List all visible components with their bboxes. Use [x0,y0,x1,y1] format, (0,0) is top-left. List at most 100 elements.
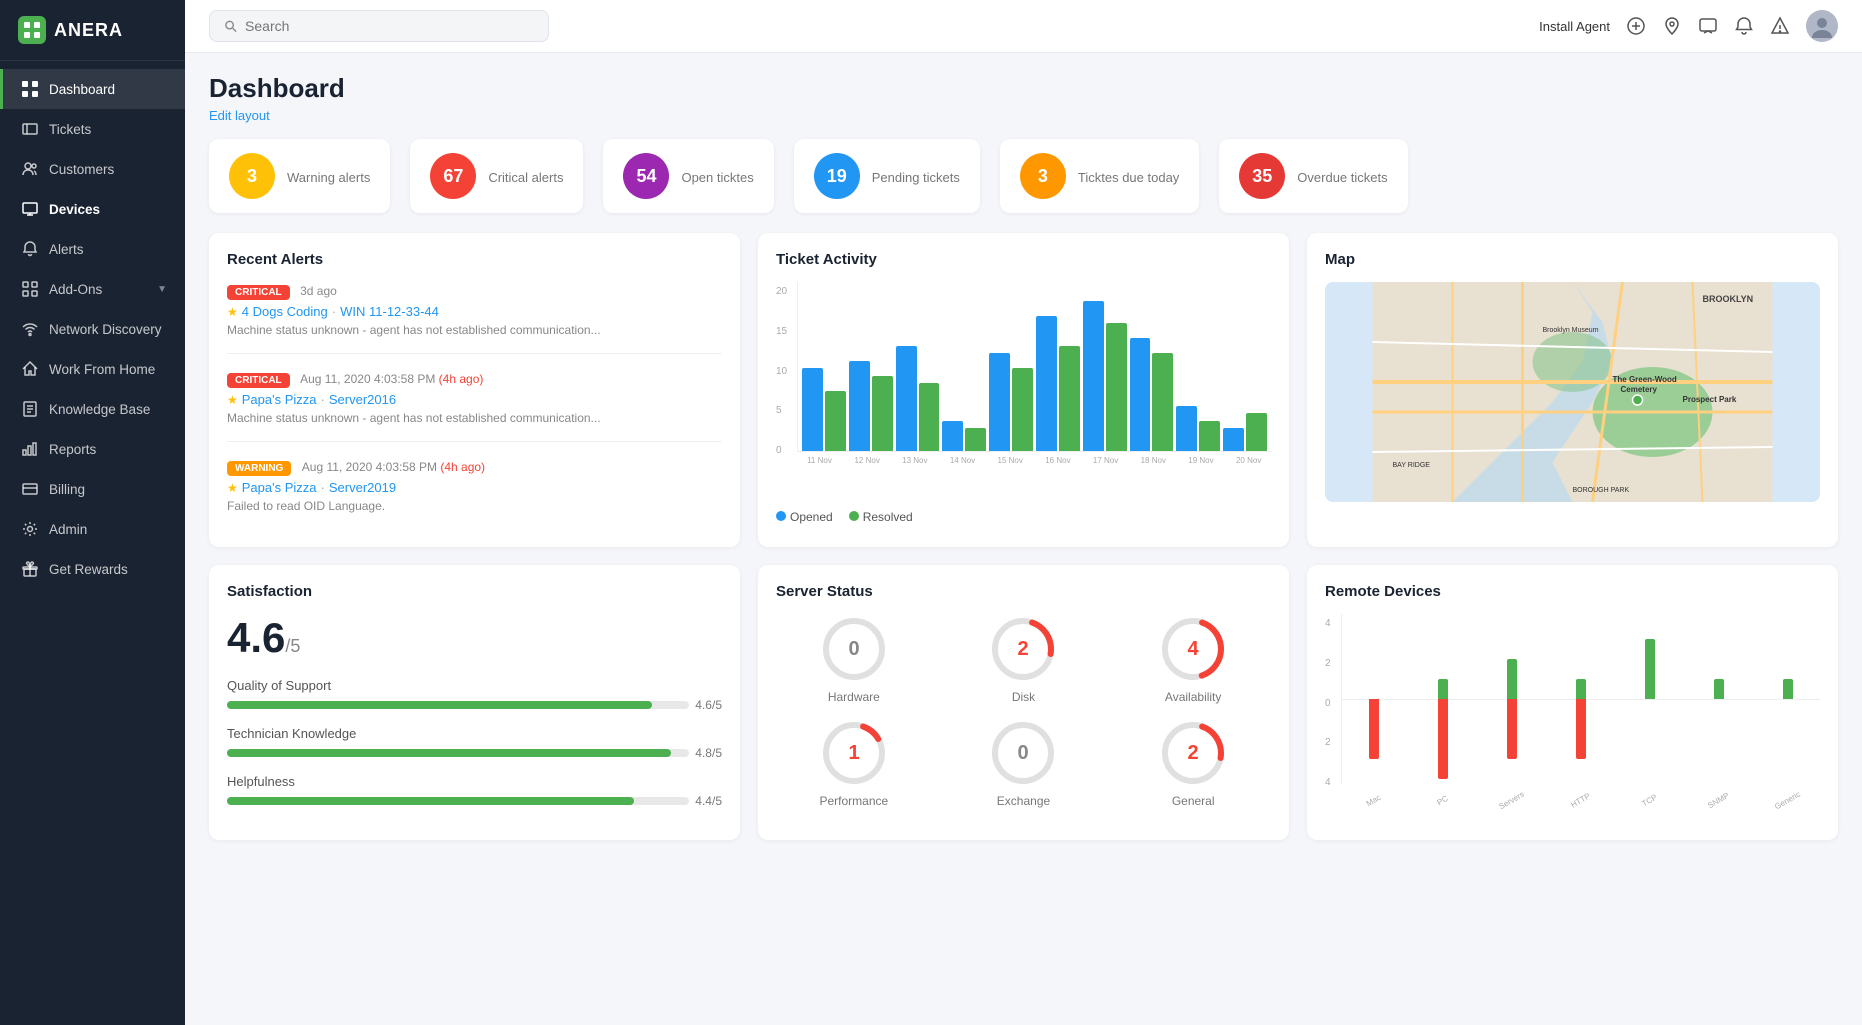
bar-opened-0 [802,368,823,451]
sidebar-item-billing[interactable]: Billing [0,469,185,509]
bar-chart-icon [21,440,39,458]
alert-device-1: WIN 11-12-33-44 [340,304,439,319]
bar-group-4 [989,353,1033,451]
bar-opened-7 [1130,338,1151,451]
sidebar-item-reports[interactable]: Reports [0,429,185,469]
sidebar-item-label-network-discovery: Network Discovery [49,322,167,337]
server-general-gauge: 2 [1158,718,1228,788]
x-label-6: 17 Nov [1083,456,1128,465]
stat-critical-alerts[interactable]: 67 Critical alerts [410,139,583,213]
stat-pending-tickets[interactable]: 19 Pending tickets [794,139,980,213]
alert-link-2[interactable]: ★ Papa's Pizza · Server2016 [227,392,722,407]
server-performance-gauge: 1 [819,718,889,788]
bar-resolved-2 [919,383,940,451]
x-label-0: 11 Nov [797,456,842,465]
stat-warning-alerts[interactable]: 3 Warning alerts [209,139,390,213]
search-box[interactable] [209,10,549,42]
book-icon [21,400,39,418]
alert-time-ago-2: (4h ago) [439,372,484,386]
chat-icon[interactable] [1698,16,1718,36]
remote-bar-up-1 [1438,679,1448,699]
critical-info: Critical alerts [488,168,563,185]
stat-overdue-tickets[interactable]: 35 Overdue tickets [1219,139,1407,213]
add-icon[interactable] [1626,16,1646,36]
recent-alerts-panel: Recent Alerts CRITICAL 3d ago ★ 4 Dogs C… [209,233,740,547]
remote-y-axis: 4 2 0 2 4 [1325,618,1335,788]
open-label: Open ticktes [681,170,753,185]
alert-severity-1: CRITICAL [227,285,290,300]
stat-due-today[interactable]: 3 Ticktes due today [1000,139,1199,213]
bar-opened-2 [896,346,917,451]
pending-badge: 19 [814,153,860,199]
bar-resolved-4 [1012,368,1033,451]
sat-quality-bar-bg [227,701,689,709]
chevron-down-icon: ▼ [157,284,167,295]
grid-icon [21,80,39,98]
sidebar-item-dashboard[interactable]: Dashboard [0,69,185,109]
alert-device-3: Server2019 [329,480,396,495]
map-svg: The Green-Wood Cemetery Prospect Park BR… [1325,282,1820,502]
warning-label: Warning alerts [287,170,370,185]
warning-icon[interactable] [1770,16,1790,36]
bar-group-2 [896,346,940,451]
sidebar-item-tickets[interactable]: Tickets [0,109,185,149]
bar-opened-9 [1223,428,1244,451]
open-info: Open ticktes [681,168,753,185]
sidebar-item-network-discovery[interactable]: Network Discovery [0,309,185,349]
server-disk-label: Disk [1012,690,1035,704]
x-label-5: 16 Nov [1036,456,1081,465]
critical-badge: 67 [430,153,476,199]
search-input[interactable] [245,18,534,34]
alert-link-1[interactable]: ★ 4 Dogs Coding · WIN 11-12-33-44 [227,304,722,319]
monitor-icon [21,200,39,218]
x-label-3: 14 Nov [940,456,985,465]
install-agent-link[interactable]: Install Agent [1539,19,1610,34]
alert-link-3[interactable]: ★ Papa's Pizza · Server2019 [227,480,722,495]
star-icon-1: ★ [227,305,238,319]
sidebar-item-work-from-home[interactable]: Work From Home [0,349,185,389]
sidebar-item-addons[interactable]: Add-Ons ▼ [0,269,185,309]
edit-layout-link[interactable]: Edit layout [209,108,1838,123]
avatar[interactable] [1806,10,1838,42]
remote-x-label-0: Mac [1343,780,1404,820]
content: Dashboard Edit layout 3 Warning alerts 6… [185,53,1862,1025]
map-label-museum: Brooklyn Museum [1543,327,1599,334]
notification-bell-icon[interactable] [1734,16,1754,36]
remote-x-label-4: TCP [1619,780,1680,820]
remote-devices-panel: Remote Devices 4 2 0 2 4 MacPCServersHTT… [1307,565,1838,840]
x-label-4: 15 Nov [988,456,1033,465]
sidebar-item-knowledge-base[interactable]: Knowledge Base [0,389,185,429]
server-general-label: General [1172,794,1215,808]
sidebar-item-customers[interactable]: Customers [0,149,185,189]
sidebar-nav: Dashboard Tickets Customers Devices Aler… [0,61,185,1025]
alert-separator-2: · [321,392,325,407]
remote-bar-up-2 [1507,659,1517,699]
sidebar-item-admin[interactable]: Admin [0,509,185,549]
sidebar-item-alerts[interactable]: Alerts [0,229,185,269]
bar-group-8 [1176,406,1220,451]
sidebar-item-get-rewards[interactable]: Get Rewards [0,549,185,589]
alert-customer-2: Papa's Pizza [242,392,317,407]
topbar: Install Agent [185,0,1862,53]
bar-resolved-8 [1199,421,1220,451]
server-status-title: Server Status [776,583,1271,600]
remote-bar-up-5 [1714,679,1724,699]
sidebar-item-devices[interactable]: Devices [0,189,185,229]
bell-icon [21,240,39,258]
sidebar-item-label-billing: Billing [49,482,167,497]
ticket-activity-title: Ticket Activity [776,251,1271,268]
overdue-label: Overdue tickets [1297,170,1387,185]
alert-desc-1: Machine status unknown - agent has not e… [227,323,722,337]
location-icon[interactable] [1662,16,1682,36]
main-area: Install Agent Dashboard Edit layout [185,0,1862,1025]
sidebar-item-label-get-rewards: Get Rewards [49,562,167,577]
svg-text:1: 1 [848,742,859,764]
sidebar: ANERA Dashboard Tickets Customers Device… [0,0,185,1025]
stat-open-tickets[interactable]: 54 Open ticktes [603,139,773,213]
server-disk-gauge: 2 [988,614,1058,684]
server-disk: 2 Disk [946,614,1102,704]
satisfaction-panel: Satisfaction 4.6/5 Quality of Support 4.… [209,565,740,840]
server-hardware-label: Hardware [828,690,880,704]
server-performance-label: Performance [819,794,888,808]
bar-resolved-9 [1246,413,1267,451]
